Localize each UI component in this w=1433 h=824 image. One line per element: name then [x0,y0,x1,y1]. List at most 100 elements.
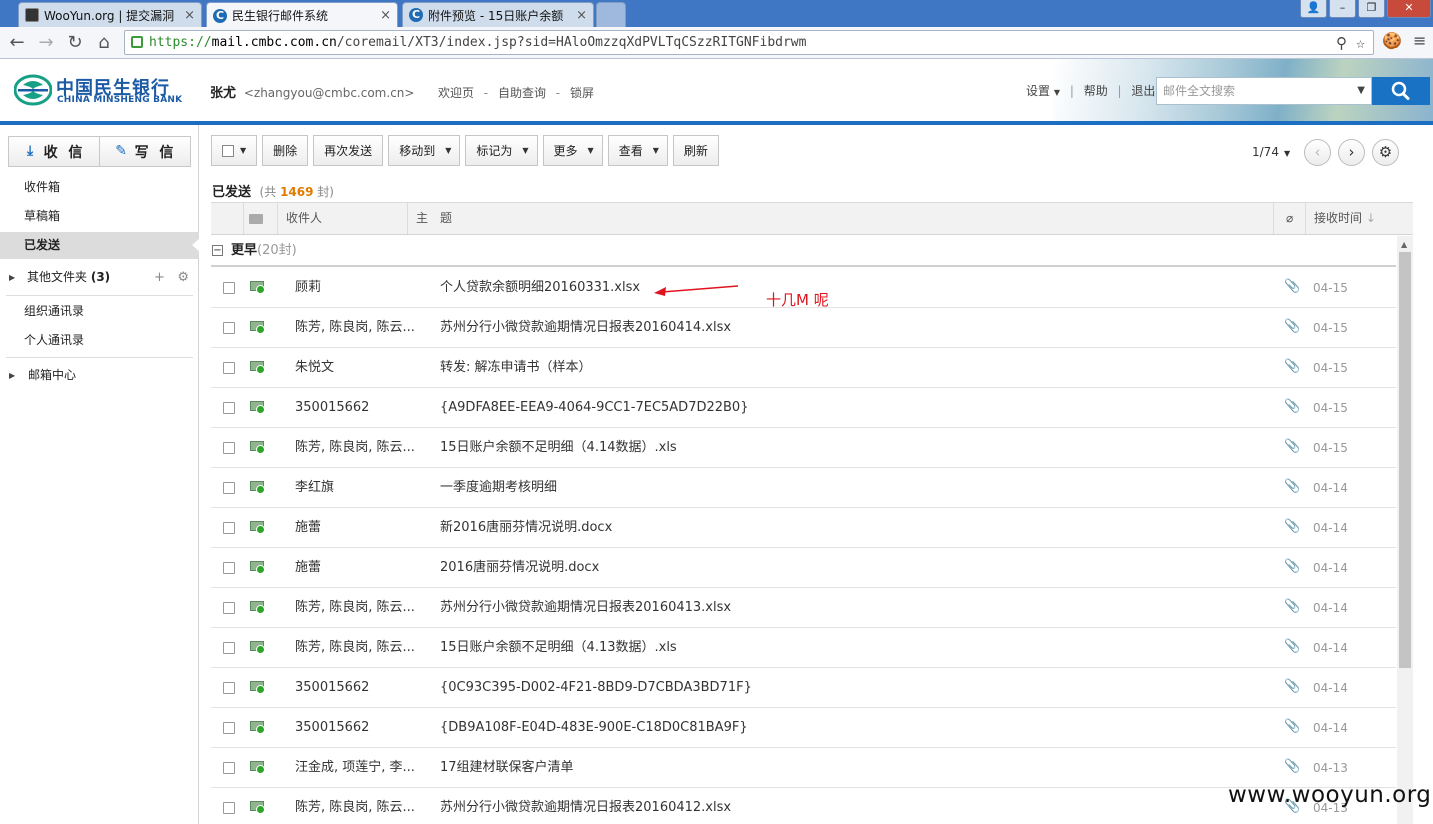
paperclip-icon[interactable]: 📎 [1284,759,1300,774]
sidebar-item-mail-center[interactable]: ▶ 邮箱中心 [0,362,199,389]
back-icon[interactable]: ← [5,31,29,55]
paperclip-icon[interactable]: 📎 [1284,279,1300,294]
table-row[interactable]: 汪金成, 项莲宁, 李... 17组建材联保客户清单 📎 04-13 [211,748,1396,788]
paperclip-icon[interactable]: 📎 [1284,479,1300,494]
row-checkbox[interactable] [223,682,235,694]
sidebar-item-inbox[interactable]: 收件箱 [0,174,199,201]
row-checkbox[interactable] [223,602,235,614]
row-checkbox[interactable] [223,482,235,494]
row-checkbox[interactable] [223,642,235,654]
reload-icon[interactable]: ↻ [63,31,87,55]
table-row[interactable]: 陈芳, 陈良岗, 陈云... 15日账户余额不足明细（4.13数据）.xls 📎 04… [211,628,1396,668]
row-subject[interactable]: 新2016唐丽芬情况说明.docx [440,508,1260,548]
lock-screen-link[interactable]: 锁屏 [570,86,594,100]
tab-close-icon[interactable]: × [184,8,195,23]
view-dropdown[interactable]: 查看 ▼ [607,135,668,166]
refresh-button[interactable]: 刷新 [672,135,719,166]
table-row[interactable]: 350015662 {DB9A108F-E04D-483E-900E-C18D0C… [211,708,1396,748]
table-row[interactable]: 陈芳, 陈良岗, 陈云... 苏州分行小微贷款逾期情况日报表20160412.xl… [211,788,1396,824]
recipient-column-header[interactable]: 收件人 [277,203,407,234]
mark-as-dropdown[interactable]: 标记为 ▼ [465,135,538,166]
table-row[interactable]: 李红旗 一季度逾期考核明细 📎 04-14 [211,468,1396,508]
help-link[interactable]: 帮助 [1084,84,1108,98]
address-bar[interactable]: https://mail.cmbc.com.cn/coremail/XT3/in… [124,30,1374,55]
row-subject[interactable]: {DB9A108F-E04D-483E-900E-C18D0C81BA9F} [440,708,1260,748]
sidebar-item-other-folders[interactable]: ▶ 其他文件夹 (3) + ⚙ [0,264,199,291]
table-row[interactable]: 施蕾 新2016唐丽芬情况说明.docx 📎 04-14 [211,508,1396,548]
tab-close-icon[interactable]: × [576,8,587,23]
row-subject[interactable]: 苏州分行小微贷款逾期情况日报表20160414.xlsx [440,308,1260,348]
folder-settings-icon[interactable]: ⚙ [177,270,189,285]
logout-link[interactable]: 退出 [1131,84,1155,98]
table-row[interactable]: 施蕾 2016唐丽芬情况说明.docx 📎 04-14 [211,548,1396,588]
row-checkbox[interactable] [223,762,235,774]
user-icon[interactable]: 👤 [1300,0,1327,18]
tab-wooyun[interactable]: WooYun.org | 提交漏洞 × [18,2,202,27]
settings-link[interactable]: 设置 [1026,84,1050,98]
sidebar-item-drafts[interactable]: 草稿箱 [0,203,199,230]
row-checkbox[interactable] [223,722,235,734]
home-icon[interactable]: ⌂ [92,31,116,55]
menu-icon[interactable]: ≡ [1413,31,1426,50]
subject-column-header[interactable]: 主 题 [407,203,1273,234]
self-service-link[interactable]: 自助查询 [498,86,546,100]
tab-attachment-preview[interactable]: C 附件预览 - 15日账户余额 × [402,2,594,27]
paperclip-icon[interactable]: 📎 [1284,559,1300,574]
row-subject[interactable]: 转发: 解冻申请书（样本） [440,348,1260,388]
table-row[interactable]: 350015662 {0C93C395-D002-4F21-8BD9-D7CBDA… [211,668,1396,708]
select-all-checkbox[interactable] [222,144,234,157]
restore-icon[interactable]: ❐ [1358,0,1385,18]
scrollbar-thumb[interactable] [1399,252,1411,668]
search-button[interactable] [1372,77,1430,105]
list-scrollbar[interactable]: ▲ [1397,236,1413,824]
row-subject[interactable]: 2016唐丽芬情况说明.docx [440,548,1260,588]
row-checkbox[interactable] [223,562,235,574]
compose-button[interactable]: ✎ 写 信 [99,137,190,166]
paperclip-icon[interactable]: 📎 [1284,519,1300,534]
paperclip-icon[interactable]: 📎 [1284,639,1300,654]
paperclip-icon[interactable]: 📎 [1284,319,1300,334]
paperclip-icon[interactable]: 📎 [1284,359,1300,374]
table-row[interactable]: 陈芳, 陈良岗, 陈云... 苏州分行小微贷款逾期情况日报表20160413.xl… [211,588,1396,628]
row-checkbox[interactable] [223,802,235,814]
row-subject[interactable]: 苏州分行小微贷款逾期情况日报表20160413.xlsx [440,588,1260,628]
row-checkbox[interactable] [223,362,235,374]
bookmark-star-icon[interactable]: ⚲ ☆ [1336,32,1365,54]
row-checkbox[interactable] [223,442,235,454]
expand-triangle-icon[interactable]: ▶ [9,362,15,389]
table-row[interactable]: 陈芳, 陈良岗, 陈云... 苏州分行小微贷款逾期情况日报表20160414.xl… [211,308,1396,348]
sidebar-item-org-contacts[interactable]: 组织通讯录 [0,298,199,325]
scroll-up-icon[interactable]: ▲ [1401,240,1407,249]
attachment-column-header[interactable]: ⌀ [1273,203,1305,234]
row-checkbox[interactable] [223,402,235,414]
welcome-link[interactable]: 欢迎页 [438,86,474,100]
select-all-dropdown[interactable]: ▼ [211,135,258,166]
row-subject[interactable]: 17组建材联保客户清单 [440,748,1260,788]
paperclip-icon[interactable]: 📎 [1284,599,1300,614]
cmbc-logo[interactable]: 中国民生银行 CHINA MINSHENG BANK [14,74,194,108]
group-header-earlier[interactable]: − 更早(20封) [211,236,1396,267]
expand-triangle-icon[interactable]: ▶ [9,264,15,291]
more-dropdown[interactable]: 更多 ▼ [542,135,603,166]
add-folder-icon[interactable]: + [154,270,165,285]
row-checkbox[interactable] [223,282,235,294]
table-row[interactable]: 朱悦文 转发: 解冻申请书（样本） 📎 04-15 [211,348,1396,388]
paperclip-icon[interactable]: 📎 [1284,719,1300,734]
sidebar-item-sent[interactable]: 已发送 [0,232,200,259]
time-column-header[interactable]: 接收时间 ↓ [1305,203,1413,234]
fulltext-search-input[interactable]: 邮件全文搜索 ▼ [1156,77,1372,105]
collapse-icon[interactable]: − [212,245,223,256]
sidebar-item-personal-contacts[interactable]: 个人通讯录 [0,327,199,354]
forward-icon[interactable]: → [34,31,58,55]
row-subject[interactable]: 苏州分行小微贷款逾期情况日报表20160412.xlsx [440,788,1260,824]
next-page-button[interactable]: › [1338,139,1365,166]
paperclip-icon[interactable]: 📎 [1284,679,1300,694]
row-subject[interactable]: {0C93C395-D002-4F21-8BD9-D7CBDA3BD71F} [440,668,1260,708]
page-selector[interactable]: 1/74 ▼ [1252,145,1290,159]
row-subject[interactable]: 个人贷款余额明细20160331.xlsx [440,268,1260,308]
move-to-dropdown[interactable]: 移动到 ▼ [388,135,461,166]
receive-button[interactable]: ⤓ 收 信 [9,137,99,166]
paperclip-icon[interactable]: 📎 [1284,399,1300,414]
tab-mail-system[interactable]: C 民生银行邮件系统 × [206,2,398,28]
chevron-down-icon[interactable]: ▼ [1357,78,1365,104]
